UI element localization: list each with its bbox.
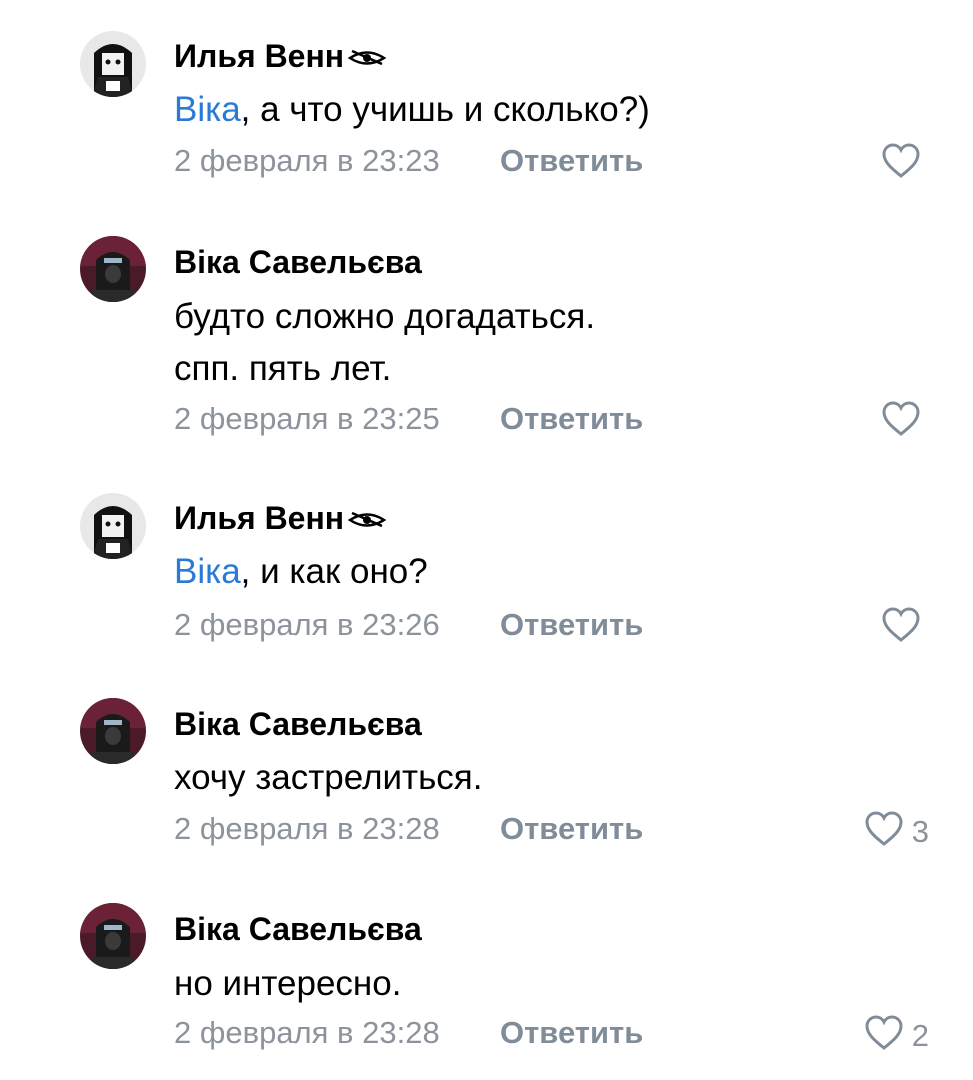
reply-button[interactable]: Ответить <box>500 143 643 179</box>
comment-text-line: будто сложно догадаться. <box>174 297 596 336</box>
eye-icon <box>347 40 387 77</box>
like-button[interactable]: 2 <box>864 1015 929 1056</box>
reply-button[interactable]: Ответить <box>500 607 643 643</box>
comment-text: Віка, и как оно? <box>174 546 428 598</box>
heart-icon <box>864 811 904 852</box>
avatar[interactable] <box>80 698 146 764</box>
like-button[interactable] <box>881 143 929 184</box>
comment-author[interactable]: Віка Савельєва <box>174 706 422 743</box>
avatar[interactable] <box>80 493 146 559</box>
mention-link[interactable]: Віка <box>174 552 241 591</box>
comment-text: будто сложно догадаться. спп. пять лет. <box>174 291 595 395</box>
like-button[interactable] <box>881 607 929 648</box>
reply-button[interactable]: Ответить <box>500 401 643 437</box>
avatar[interactable] <box>80 31 146 97</box>
comment-author[interactable]: Илья Венн <box>174 38 387 77</box>
eye-icon <box>347 502 387 539</box>
comment-date: 2 февраля в 23:25 <box>174 401 440 436</box>
comment-date: 2 февраля в 23:28 <box>174 811 440 846</box>
comment-text: Віка, а что учишь и сколько?) <box>174 84 650 136</box>
avatar[interactable] <box>80 236 146 302</box>
heart-icon <box>864 1015 904 1056</box>
comment-text-line: спп. пять лет. <box>174 349 392 388</box>
reply-button[interactable]: Ответить <box>500 1015 643 1051</box>
comment-date: 2 февраля в 23:23 <box>174 143 440 178</box>
comment-text-content: , и как оно? <box>240 552 428 591</box>
heart-icon <box>881 401 921 442</box>
comment-text: хочу застрелиться. <box>174 758 483 797</box>
comment-date: 2 февраля в 23:26 <box>174 607 440 642</box>
mention-link[interactable]: Віка <box>174 90 241 129</box>
comment-date: 2 февраля в 23:28 <box>174 1015 440 1050</box>
heart-icon <box>881 607 921 648</box>
comments-feed: Илья Венн Віка, а что учишь и сколько?) … <box>0 0 973 1080</box>
comment-author[interactable]: Илья Венн <box>174 500 387 539</box>
heart-icon <box>881 143 921 184</box>
comment-text-content: , а что учишь и сколько?) <box>240 90 650 129</box>
like-button[interactable]: 3 <box>864 811 929 852</box>
reply-button[interactable]: Ответить <box>500 811 643 847</box>
author-name: Илья Венн <box>174 38 345 74</box>
like-button[interactable] <box>881 401 929 442</box>
like-count: 2 <box>911 1017 929 1053</box>
comment-text: но интересно. <box>174 964 402 1003</box>
author-name: Илья Венн <box>174 500 345 536</box>
comment-author[interactable]: Віка Савельєва <box>174 244 422 281</box>
like-count: 3 <box>911 813 929 849</box>
comment-author[interactable]: Віка Савельєва <box>174 911 422 948</box>
avatar[interactable] <box>80 903 146 969</box>
